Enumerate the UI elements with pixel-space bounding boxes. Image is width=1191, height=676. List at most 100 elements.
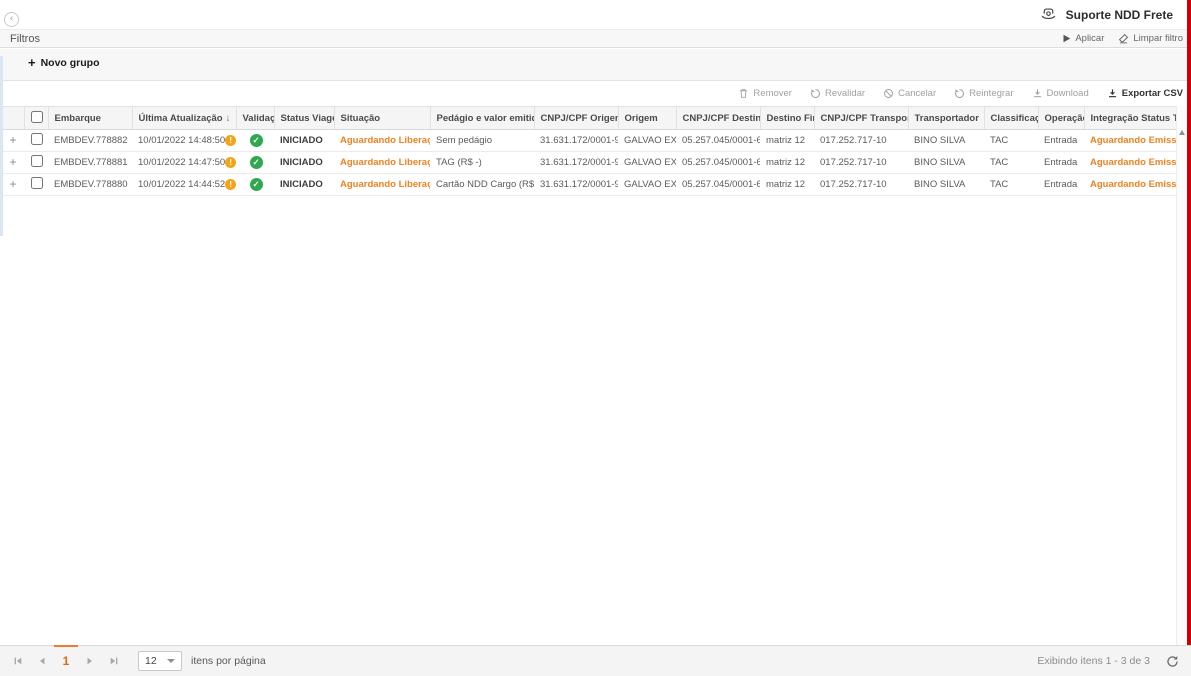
apply-filter-button[interactable]: Aplicar: [1062, 33, 1104, 44]
col-destino-final[interactable]: Destino Final: [760, 106, 815, 130]
col-cnpj-transportador[interactable]: CNPJ/CPF Transportador: [814, 106, 909, 130]
next-page-button[interactable]: [78, 646, 102, 676]
select-all-checkbox[interactable]: [31, 110, 43, 123]
page-size-value: 12: [145, 655, 157, 667]
expand-row-button[interactable]: +: [9, 177, 16, 191]
support-link[interactable]: Suporte NDD Frete: [1040, 6, 1173, 23]
revalidate-label: Revalidar: [824, 88, 866, 99]
cell-cnpj-origem: 31.631.172/0001-97: [534, 173, 618, 196]
page-1-button[interactable]: 1: [54, 646, 78, 676]
prev-page-button[interactable]: [30, 646, 54, 676]
cell-cnpj-destino: 05.257.045/0001-60: [676, 151, 760, 174]
cell-operacao: Entrada: [1038, 151, 1084, 174]
top-bar: Suporte NDD Frete: [0, 0, 1191, 30]
col-operacao[interactable]: Operação: [1038, 106, 1085, 130]
shipments-grid: Embarque Última Atualização↓ Validação S…: [0, 106, 1176, 196]
cell-validacao: ✓: [236, 129, 274, 152]
expand-row-button[interactable]: +: [9, 155, 16, 169]
col-origem[interactable]: Origem: [618, 106, 677, 130]
row-checkbox[interactable]: [31, 177, 43, 189]
download-icon: [1108, 89, 1116, 98]
trash-icon: [740, 89, 748, 98]
new-group-button[interactable]: + Novo grupo: [28, 55, 100, 70]
page-size-select[interactable]: 12: [138, 651, 182, 671]
collapse-panel-button[interactable]: ‹: [4, 12, 19, 27]
cell-transportador: BINO SILVA: [908, 151, 984, 174]
refresh-button[interactable]: [1166, 655, 1179, 668]
table-row[interactable]: + EMBDEV.778881 10/01/2022 14:47:50! ✓ I…: [0, 151, 1176, 174]
filters-header: Filtros Aplicar Limpar filtro: [0, 30, 1191, 48]
remove-button[interactable]: Remover: [738, 88, 792, 99]
play-icon: [1063, 34, 1071, 43]
cell-operacao: Entrada: [1038, 173, 1084, 196]
col-validacao[interactable]: Validação: [236, 106, 275, 130]
cell-operacao: Entrada: [1038, 129, 1084, 152]
cell-cnpj-origem: 31.631.172/0001-97: [534, 151, 618, 174]
expand-row-button[interactable]: +: [9, 133, 16, 147]
warning-icon: !: [225, 157, 236, 168]
revalidate-button[interactable]: Revalidar: [810, 88, 865, 99]
cell-destino-final: matriz 12: [760, 129, 814, 152]
filters-title: Filtros: [10, 32, 40, 45]
last-page-button[interactable]: [102, 646, 126, 676]
cell-validacao: ✓: [236, 173, 274, 196]
reintegrate-button[interactable]: Reintegrar: [954, 88, 1014, 99]
current-page-indicator: [54, 645, 78, 647]
table-row[interactable]: + EMBDEV.778880 10/01/2022 14:44:52! ✓ I…: [0, 173, 1176, 196]
download-button[interactable]: Download: [1032, 88, 1089, 99]
cell-cnpj-destino: 05.257.045/0001-60: [676, 173, 760, 196]
cell-classificacao: TAC: [984, 173, 1038, 196]
cell-classificacao: TAC: [984, 151, 1038, 174]
first-page-button[interactable]: [6, 646, 30, 676]
cell-origem: GALVAO EXPORT...: [618, 151, 676, 174]
cell-status-viagem: INICIADO: [274, 129, 334, 152]
remove-label: Remover: [753, 88, 792, 99]
plus-icon: +: [28, 55, 36, 70]
col-cnpj-origem[interactable]: CNPJ/CPF Origem: [534, 106, 619, 130]
grid-header-row: Embarque Última Atualização↓ Validação S…: [0, 106, 1176, 130]
cell-situacao: Aguardando Liberação: [334, 129, 430, 152]
row-checkbox[interactable]: [31, 155, 43, 167]
row-checkbox[interactable]: [31, 133, 43, 145]
col-transportador[interactable]: Transportador: [908, 106, 985, 130]
clear-filter-button[interactable]: Limpar filtro: [1118, 33, 1183, 44]
cell-pedagio: Cartão NDD Cargo (R$ -): [430, 173, 534, 196]
cell-cnpj-transportador: 017.252.717-10: [814, 151, 908, 174]
cell-embarque: EMBDEV.778881: [48, 151, 132, 174]
first-page-icon: [14, 657, 22, 665]
cell-transportador: BINO SILVA: [908, 173, 984, 196]
check-circle-icon: ✓: [249, 156, 263, 169]
cell-destino-final: matriz 12: [760, 173, 814, 196]
pagination-bar: 1 12 itens por página Exibindo itens 1 -…: [0, 645, 1191, 676]
col-cnpj-destino[interactable]: CNPJ/CPF Destino F...: [676, 106, 761, 130]
cell-cnpj-destino: 05.257.045/0001-60: [676, 129, 760, 152]
col-embarque[interactable]: Embarque: [48, 106, 133, 130]
filters-panel: + Novo grupo: [0, 49, 1191, 81]
cancel-button[interactable]: Cancelar: [883, 88, 936, 99]
chevron-left-icon: [40, 657, 45, 665]
col-integracao-status[interactable]: Integração Status TMS: [1084, 106, 1176, 130]
col-classificacao[interactable]: Classificação: [984, 106, 1039, 130]
col-situacao[interactable]: Situação: [334, 106, 431, 130]
cell-status-viagem: INICIADO: [274, 151, 334, 174]
table-row[interactable]: + EMBDEV.778882 10/01/2022 14:48:50! ✓ I…: [0, 129, 1176, 152]
col-ultima-atualizacao[interactable]: Última Atualização ↓: [132, 106, 237, 130]
col-status-viagem[interactable]: Status Viagem: [274, 106, 335, 130]
support-label: Suporte NDD Frete: [1065, 7, 1173, 22]
scroll-up-icon[interactable]: [1179, 130, 1185, 135]
cell-integracao-status: Aguardando Emissão: [1084, 173, 1176, 196]
col-pedagio[interactable]: Pedágio e valor emitido: [430, 106, 535, 130]
chevron-right-icon: [87, 657, 92, 665]
cancel-label: Cancelar: [898, 88, 937, 99]
cell-cnpj-transportador: 017.252.717-10: [814, 129, 908, 152]
vertical-scrollbar[interactable]: [1176, 106, 1187, 645]
check-circle-icon: ✓: [249, 134, 263, 147]
last-page-icon: [110, 657, 118, 665]
clear-filter-label: Limpar filtro: [1133, 33, 1183, 44]
download-label: Download: [1046, 88, 1089, 99]
export-csv-button[interactable]: Exportar CSV: [1107, 88, 1183, 99]
chevron-down-icon: [167, 659, 175, 663]
cell-integracao-status: Aguardando Emissão: [1084, 151, 1176, 174]
cell-pedagio: Sem pedágio: [430, 129, 534, 152]
items-per-page-label: itens por página: [191, 655, 266, 667]
